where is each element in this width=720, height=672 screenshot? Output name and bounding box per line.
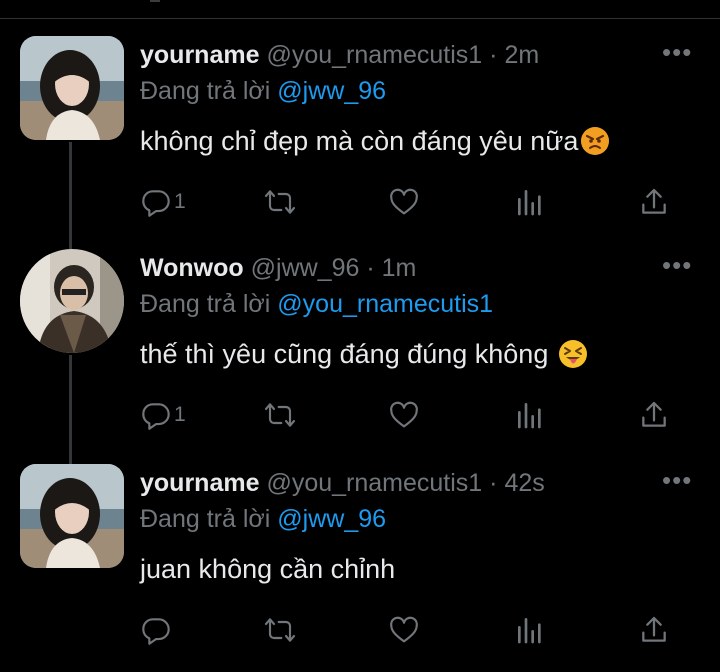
like-button[interactable] [388,397,420,433]
replying-to: Đang trả lời @you_rnamecutis1 [140,287,493,321]
retweet-icon [264,403,296,427]
tweet-text-content: thế thì yêu cũng đáng đúng không [140,339,549,369]
tweet-text: juan không cần chỉnh [140,550,395,588]
heart-icon [390,616,418,643]
analytics-icon [518,618,541,644]
squinting-tongue-face-icon [558,339,588,379]
like-button[interactable] [388,612,420,648]
action-bar: 1 [140,184,680,220]
avatar[interactable] [20,36,124,140]
mention-link[interactable]: @jww_96 [277,505,386,533]
share-button[interactable] [638,184,670,220]
separator: · [366,254,375,282]
timestamp[interactable]: 2m [504,41,539,69]
separator: · [489,41,498,69]
display-name[interactable]: yourname [140,469,259,497]
tweet-text: thế thì yêu cũng đáng đúng không [140,335,588,379]
share-icon [642,188,666,214]
more-icon[interactable]: ••• [662,252,692,278]
avatar[interactable] [20,249,124,353]
views-button[interactable] [514,612,546,648]
retweet-button[interactable] [264,612,296,648]
display-name[interactable]: yourname [140,41,259,69]
tweet-text-content: juan không cần chỉnh [140,554,396,584]
share-icon [642,401,666,427]
reply-button[interactable] [140,612,174,648]
reply-button[interactable]: 1 [140,397,186,433]
reply-button[interactable]: 1 [140,184,186,220]
avatar-photo-icon [20,249,124,353]
retweet-button[interactable] [264,184,296,220]
views-button[interactable] [514,397,546,433]
tweet-header: Wonwoo @jww_96 · 1m [140,251,660,285]
replying-to: Đang trả lời @jww_96 [140,74,386,108]
handle[interactable]: @jww_96 [251,254,360,282]
top-scroll-stub [150,0,160,2]
separator: · [489,469,498,497]
action-bar [140,612,680,648]
reply-count: 1 [174,190,186,213]
reply-icon [142,618,170,645]
display-name[interactable]: Wonwoo [140,254,244,282]
like-button[interactable] [388,184,420,220]
retweet-button[interactable] [264,397,296,433]
mention-link[interactable]: @you_rnamecutis1 [277,290,493,318]
more-icon[interactable]: ••• [662,467,692,493]
angry-face-icon [580,126,610,166]
tweet-text: không chỉ đẹp mà còn đáng yêu nữa [140,122,610,166]
views-button[interactable] [514,184,546,220]
tweet[interactable]: Wonwoo @jww_96 · 1m ••• Đang trả lời @yo… [0,231,720,441]
replying-prefix: Đang trả lời [140,290,271,318]
avatar[interactable] [20,464,124,568]
mention-link[interactable]: @jww_96 [277,77,386,105]
share-icon [642,616,666,642]
handle[interactable]: @you_rnamecutis1 [266,41,482,69]
heart-icon [390,188,418,215]
avatar-photo-icon [20,464,124,568]
reply-icon [142,190,170,217]
retweet-icon [264,190,296,214]
action-bar: 1 [140,397,680,433]
analytics-icon [518,190,541,216]
tweet[interactable]: yourname @you_rnamecutis1 · 2m ••• Đang … [0,18,720,228]
tweet-text-content: không chỉ đẹp mà còn đáng yêu nữa [140,126,579,156]
share-button[interactable] [638,397,670,433]
timestamp[interactable]: 1m [382,254,417,282]
heart-icon [390,401,418,428]
timestamp[interactable]: 42s [504,469,544,497]
avatar-photo-icon [20,36,124,140]
more-icon[interactable]: ••• [662,39,692,65]
handle[interactable]: @you_rnamecutis1 [266,469,482,497]
reply-count: 1 [174,403,186,426]
share-button[interactable] [638,612,670,648]
retweet-icon [264,618,296,642]
replying-to: Đang trả lời @jww_96 [140,502,386,536]
tweet-header: yourname @you_rnamecutis1 · 2m [140,38,660,72]
analytics-icon [518,403,541,429]
replying-prefix: Đang trả lời [140,77,271,105]
reply-icon [142,403,170,430]
replying-prefix: Đang trả lời [140,505,271,533]
tweet[interactable]: yourname @you_rnamecutis1 · 42s ••• Đang… [0,446,720,656]
tweet-header: yourname @you_rnamecutis1 · 42s [140,466,660,500]
